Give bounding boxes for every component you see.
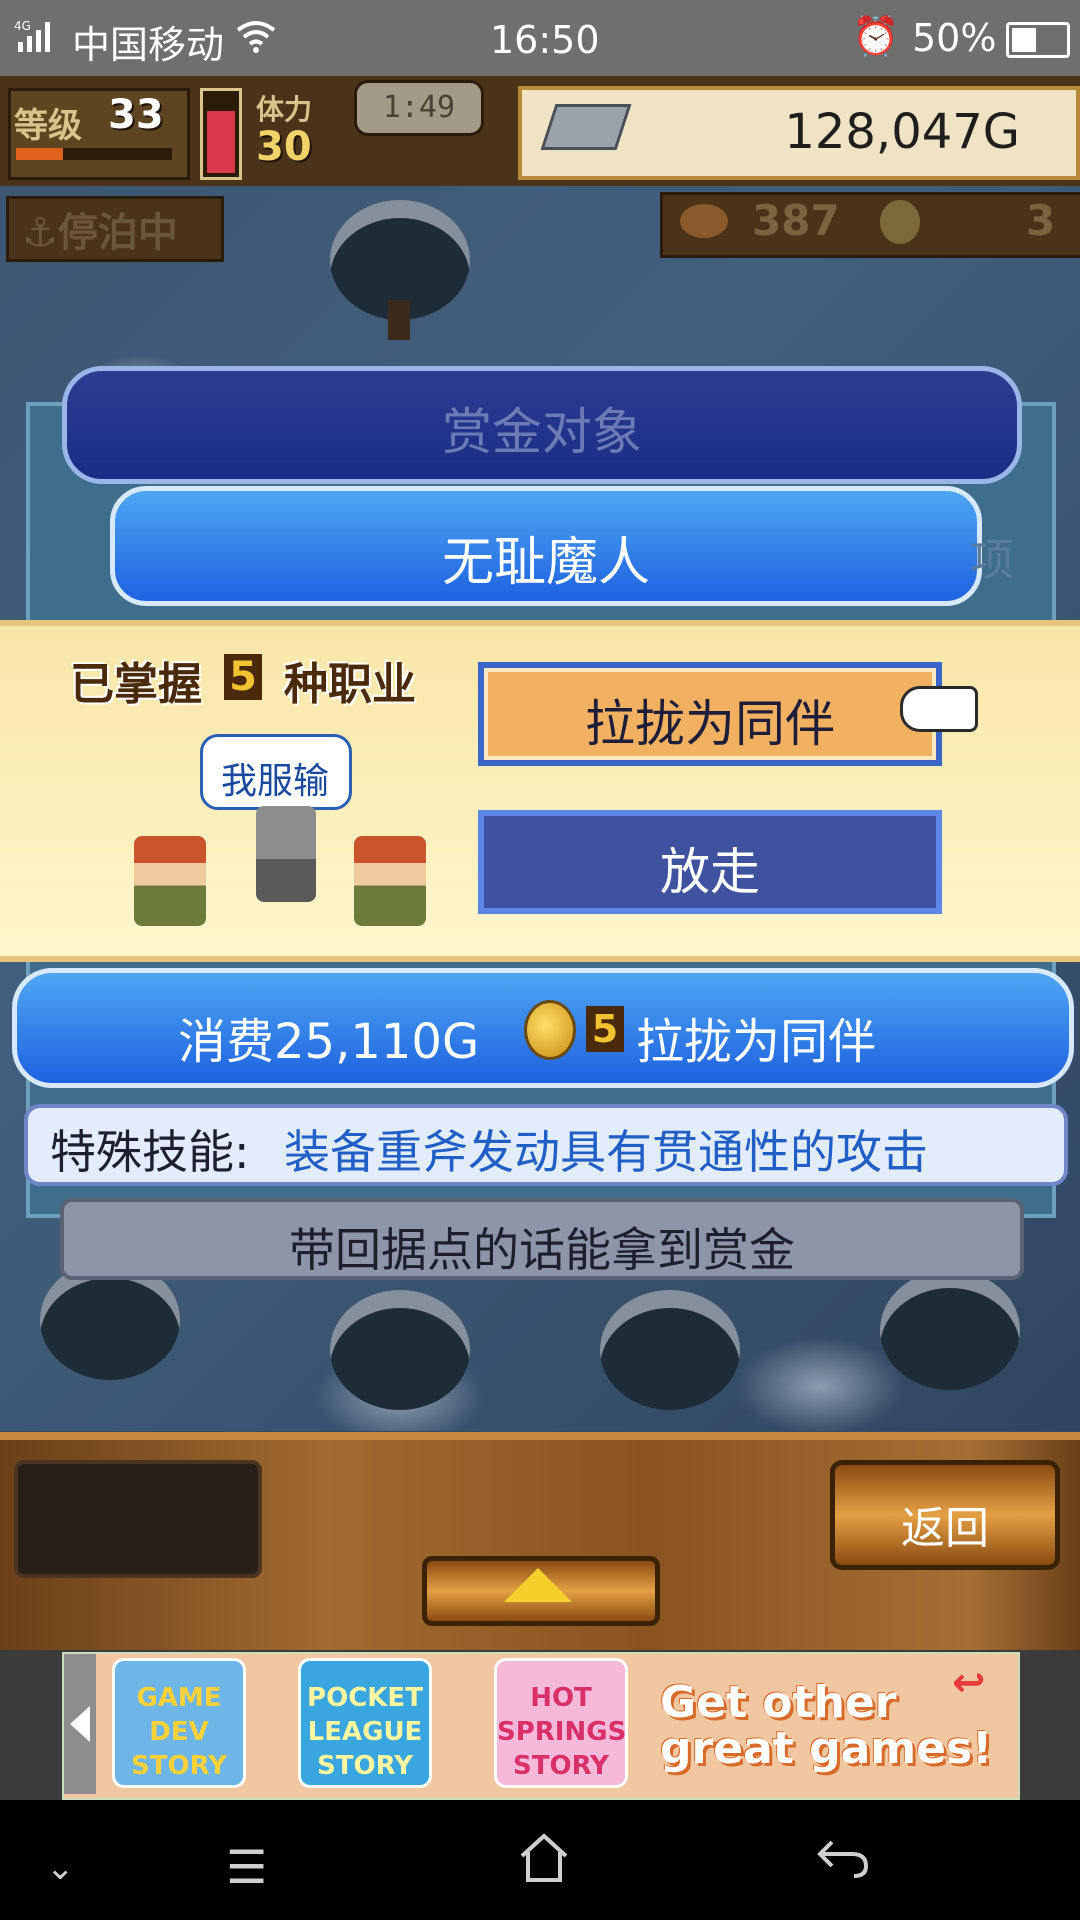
battery-icon — [1006, 22, 1070, 58]
back-nav-icon[interactable] — [814, 1836, 870, 1884]
signal-icon: 4G — [14, 18, 64, 63]
gold-amount: 128,047G — [784, 104, 1020, 160]
ad-pocket-league-story[interactable]: POCKET LEAGUE STORY — [298, 1658, 432, 1788]
party-member-sprite — [134, 836, 206, 926]
party-member-sprite — [354, 836, 426, 926]
snow-tree — [330, 1290, 470, 1410]
known-jobs-count: 5 — [224, 654, 262, 700]
ship-status-text: ⚓停泊中 — [22, 210, 178, 256]
stamina-label: 体力 — [256, 93, 313, 126]
alarm-icon: ⏰ — [852, 14, 900, 58]
clock: 16:50 — [490, 18, 600, 62]
ad-game-dev-story[interactable]: GAME DEV STORY — [112, 1658, 246, 1788]
stamina-gauge — [200, 88, 242, 180]
speech-text: 我服输 — [220, 761, 329, 802]
medal-coin-amount: 3 — [1026, 196, 1056, 245]
back-button-label: 返回 — [901, 1503, 989, 1554]
ad-return-icon[interactable]: ↩ — [952, 1660, 986, 1706]
level-progress-bar — [16, 148, 172, 160]
snow-tree — [600, 1290, 740, 1410]
cost-action-text: 拉拢为同伴 — [636, 1014, 877, 1070]
medal-coin-icon — [880, 200, 920, 244]
battery-percent: 50% — [912, 16, 997, 60]
chevron-left-icon — [70, 1706, 90, 1742]
medal-coin-icon — [524, 1000, 576, 1060]
bounty-header-title: 赏金对象 — [442, 403, 642, 461]
cost-text: 消费25,110G — [178, 1014, 480, 1070]
known-jobs-prefix: 已掌握 — [70, 659, 202, 710]
stamina-value: 30 — [256, 124, 312, 170]
tree-trunk — [388, 300, 410, 340]
up-arrow-icon — [504, 1568, 572, 1602]
home-icon[interactable] — [516, 1832, 572, 1888]
status-bar: 4G 中国移动 16:50 ⏰ 50% — [0, 0, 1080, 76]
bounty-target-sprite — [256, 806, 316, 902]
release-button-label: 放走 — [660, 843, 760, 901]
stamina-timer: 1:49 — [354, 80, 484, 136]
ad-hot-springs-story[interactable]: HOT SPRINGS STORY — [494, 1658, 628, 1788]
chevron-down-icon[interactable]: ⌄ — [46, 1848, 75, 1888]
special-skill-text: 装备重斧发动具有贯通性的攻击 — [284, 1125, 928, 1179]
known-jobs-suffix: 种职业 — [284, 659, 416, 710]
cost-coin-count: 5 — [586, 1006, 624, 1052]
menu-icon[interactable]: ☰ — [226, 1840, 267, 1894]
special-skill-label: 特殊技能: — [50, 1125, 250, 1179]
target-side-label: 项 — [970, 535, 1014, 586]
bounty-note: 带回据点的话能拿到赏金 — [289, 1223, 795, 1277]
network-type: 4G — [14, 19, 31, 33]
food-amount: 387 — [752, 196, 840, 245]
snow-tree — [880, 1270, 1020, 1390]
pointer-hand-icon — [900, 686, 978, 732]
wifi-icon — [234, 16, 278, 65]
level-label: 等级 — [14, 106, 82, 146]
level-value: 33 — [108, 92, 164, 138]
recruit-button-label: 拉拢为同伴 — [585, 695, 835, 753]
empty-slot — [14, 1460, 262, 1578]
ad-cta-text: Get other great games! — [660, 1677, 993, 1774]
gold-bar-icon — [540, 104, 632, 150]
target-name: 无耻魔人 — [441, 533, 650, 593]
ship-status-label: 停泊中 — [57, 210, 178, 256]
carrier-name: 中国移动 — [72, 23, 225, 67]
food-icon — [680, 204, 728, 238]
